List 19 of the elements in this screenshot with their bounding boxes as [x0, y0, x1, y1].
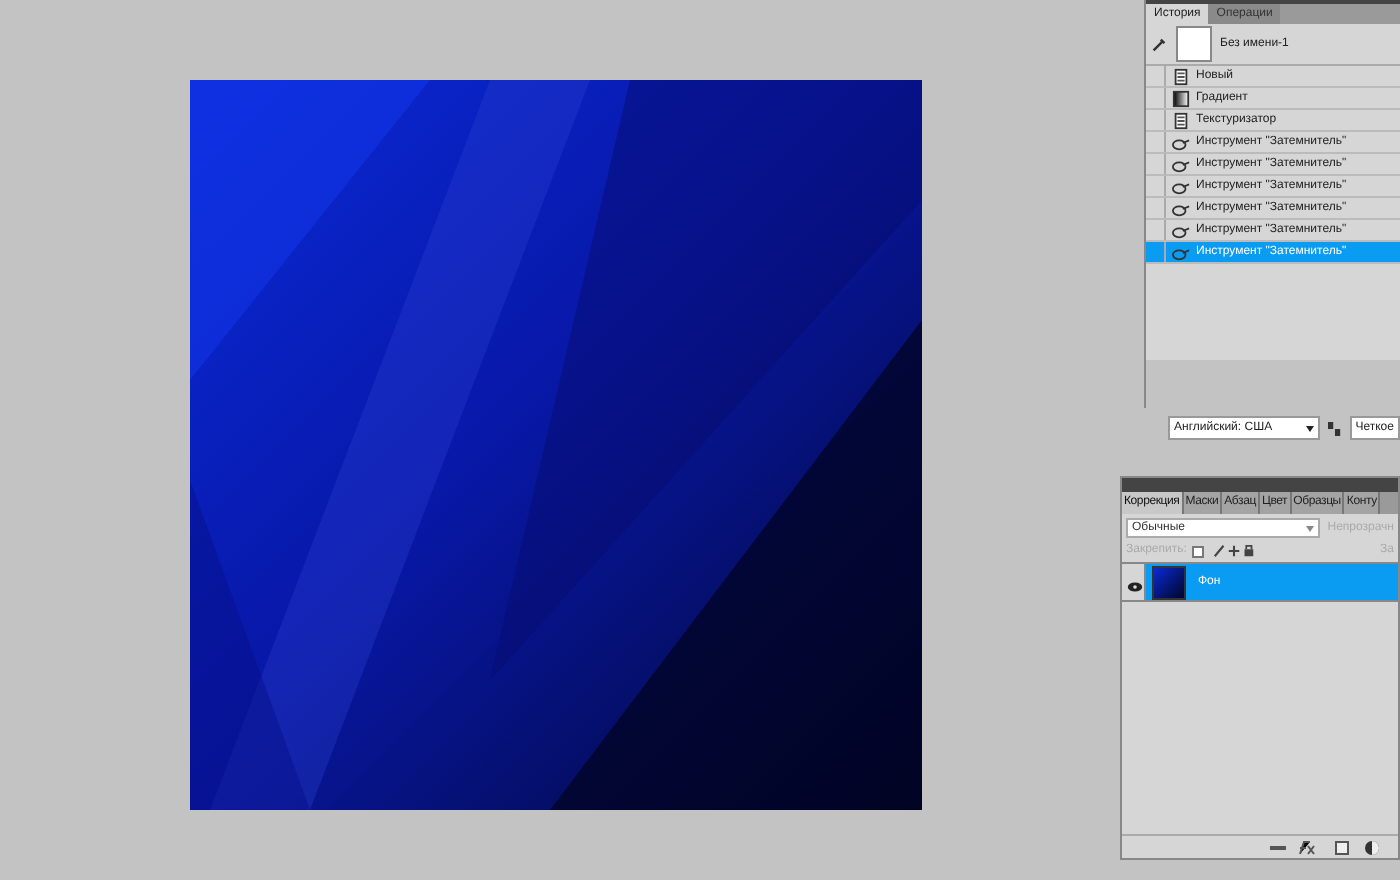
layer-tools-icon[interactable]: [1270, 839, 1382, 855]
burn-tool-icon: [1172, 133, 1190, 151]
document-icon: [1172, 111, 1190, 129]
burn-tool-icon: [1172, 221, 1190, 239]
caret-icon: [1305, 425, 1314, 431]
lock-tools-icon[interactable]: [1210, 544, 1259, 558]
burn-tool-icon: [1172, 199, 1190, 217]
antialias-icon: [1327, 421, 1342, 435]
burn-tool-icon: [1172, 177, 1190, 195]
burn-tool-icon: [1172, 155, 1190, 173]
layer-thumbnail: [1152, 565, 1186, 599]
document-icon: [1172, 67, 1190, 85]
snapshot-thumbnail: [1176, 26, 1212, 62]
transparency-lock-icon[interactable]: [1192, 545, 1205, 557]
burn-tool-icon: [1172, 243, 1190, 261]
brush-icon: [1150, 35, 1168, 53]
caret-icon: [1305, 525, 1314, 531]
gradient-icon: [1172, 89, 1190, 107]
eye-icon: [1125, 577, 1143, 595]
